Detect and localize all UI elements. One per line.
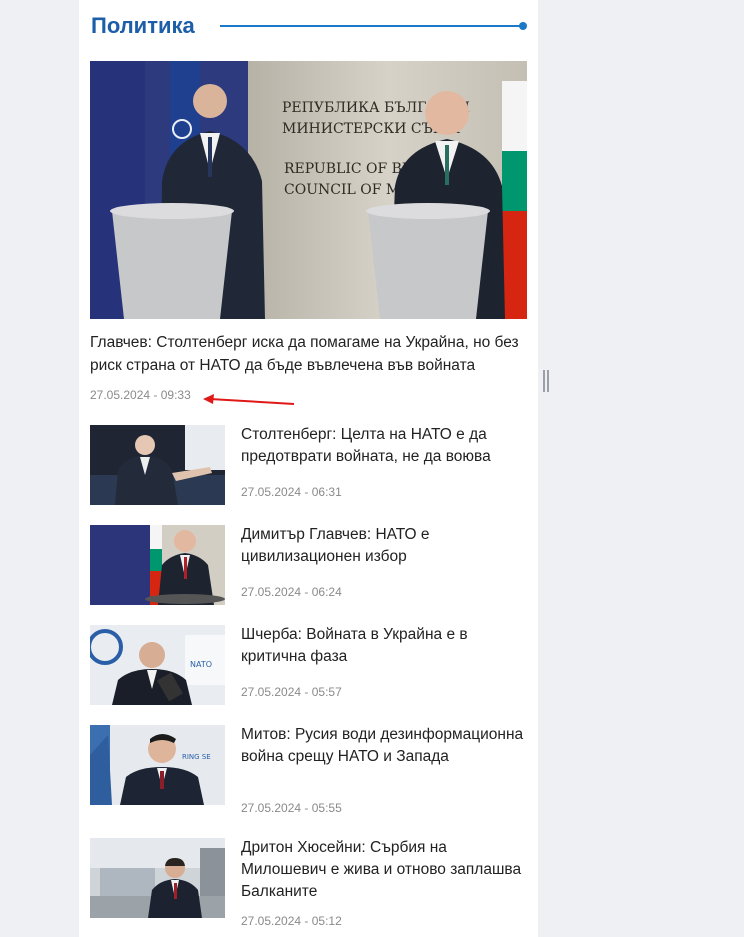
news-date: 27.05.2024 - 06:24 xyxy=(241,585,342,599)
news-thumbnail[interactable]: RING SE xyxy=(90,725,225,805)
news-item[interactable]: NATO Шчерба: Войната в Украйна е в крити… xyxy=(90,625,527,707)
news-headline[interactable]: Шчерба: Войната в Украйна е в критична ф… xyxy=(241,624,527,668)
annotation-arrow-icon xyxy=(203,394,295,405)
news-headline[interactable]: Дритон Хюсейни: Сърбия на Милошевич е жи… xyxy=(241,837,527,903)
section-title[interactable]: Политика xyxy=(91,10,195,42)
news-date: 27.05.2024 - 05:55 xyxy=(241,801,342,815)
news-thumbnail[interactable] xyxy=(90,838,225,918)
news-thumbnail[interactable] xyxy=(90,425,225,505)
politics-news-card: Политика РЕПУБЛИКА БЪЛГАРИЯ МИНИСТЕРСКИ … xyxy=(79,0,538,937)
featured-date: 27.05.2024 - 09:33 xyxy=(90,388,191,402)
news-headline[interactable]: Митов: Русия води дезинформационна война… xyxy=(241,724,527,768)
news-headline[interactable]: Столтенберг: Целта на НАТО е да предотвр… xyxy=(241,424,527,468)
section-header: Политика xyxy=(91,10,527,42)
svg-text:NATO: NATO xyxy=(190,660,212,669)
news-thumbnail[interactable]: NATO xyxy=(90,625,225,705)
news-date: 27.05.2024 - 05:57 xyxy=(241,685,342,699)
news-item[interactable]: RING SE Митов: Русия води дезинформацион… xyxy=(90,724,527,815)
news-date: 27.05.2024 - 05:12 xyxy=(241,914,342,928)
news-item[interactable]: Столтенберг: Целта на НАТО е да предотвр… xyxy=(90,425,527,507)
news-headline[interactable]: Димитър Главчев: НАТО е цивилизационен и… xyxy=(241,524,527,568)
news-date: 27.05.2024 - 06:31 xyxy=(241,485,342,499)
resize-handle[interactable] xyxy=(543,370,549,392)
section-divider-line xyxy=(220,25,520,27)
featured-headline[interactable]: Главчев: Столтенберг иска да помагаме на… xyxy=(90,331,530,377)
news-item[interactable]: Димитър Главчев: НАТО е цивилизационен и… xyxy=(90,525,527,607)
featured-image[interactable]: РЕПУБЛИКА БЪЛГАРИЯ МИНИСТЕРСКИ СЪВЕТ REP… xyxy=(90,61,527,319)
svg-text:RING SE: RING SE xyxy=(182,753,211,761)
news-item[interactable]: Дритон Хюсейни: Сърбия на Милошевич е жи… xyxy=(90,837,527,928)
news-thumbnail[interactable] xyxy=(90,525,225,605)
section-divider-dot xyxy=(519,22,527,30)
page: Политика РЕПУБЛИКА БЪЛГАРИЯ МИНИСТЕРСКИ … xyxy=(0,0,744,937)
